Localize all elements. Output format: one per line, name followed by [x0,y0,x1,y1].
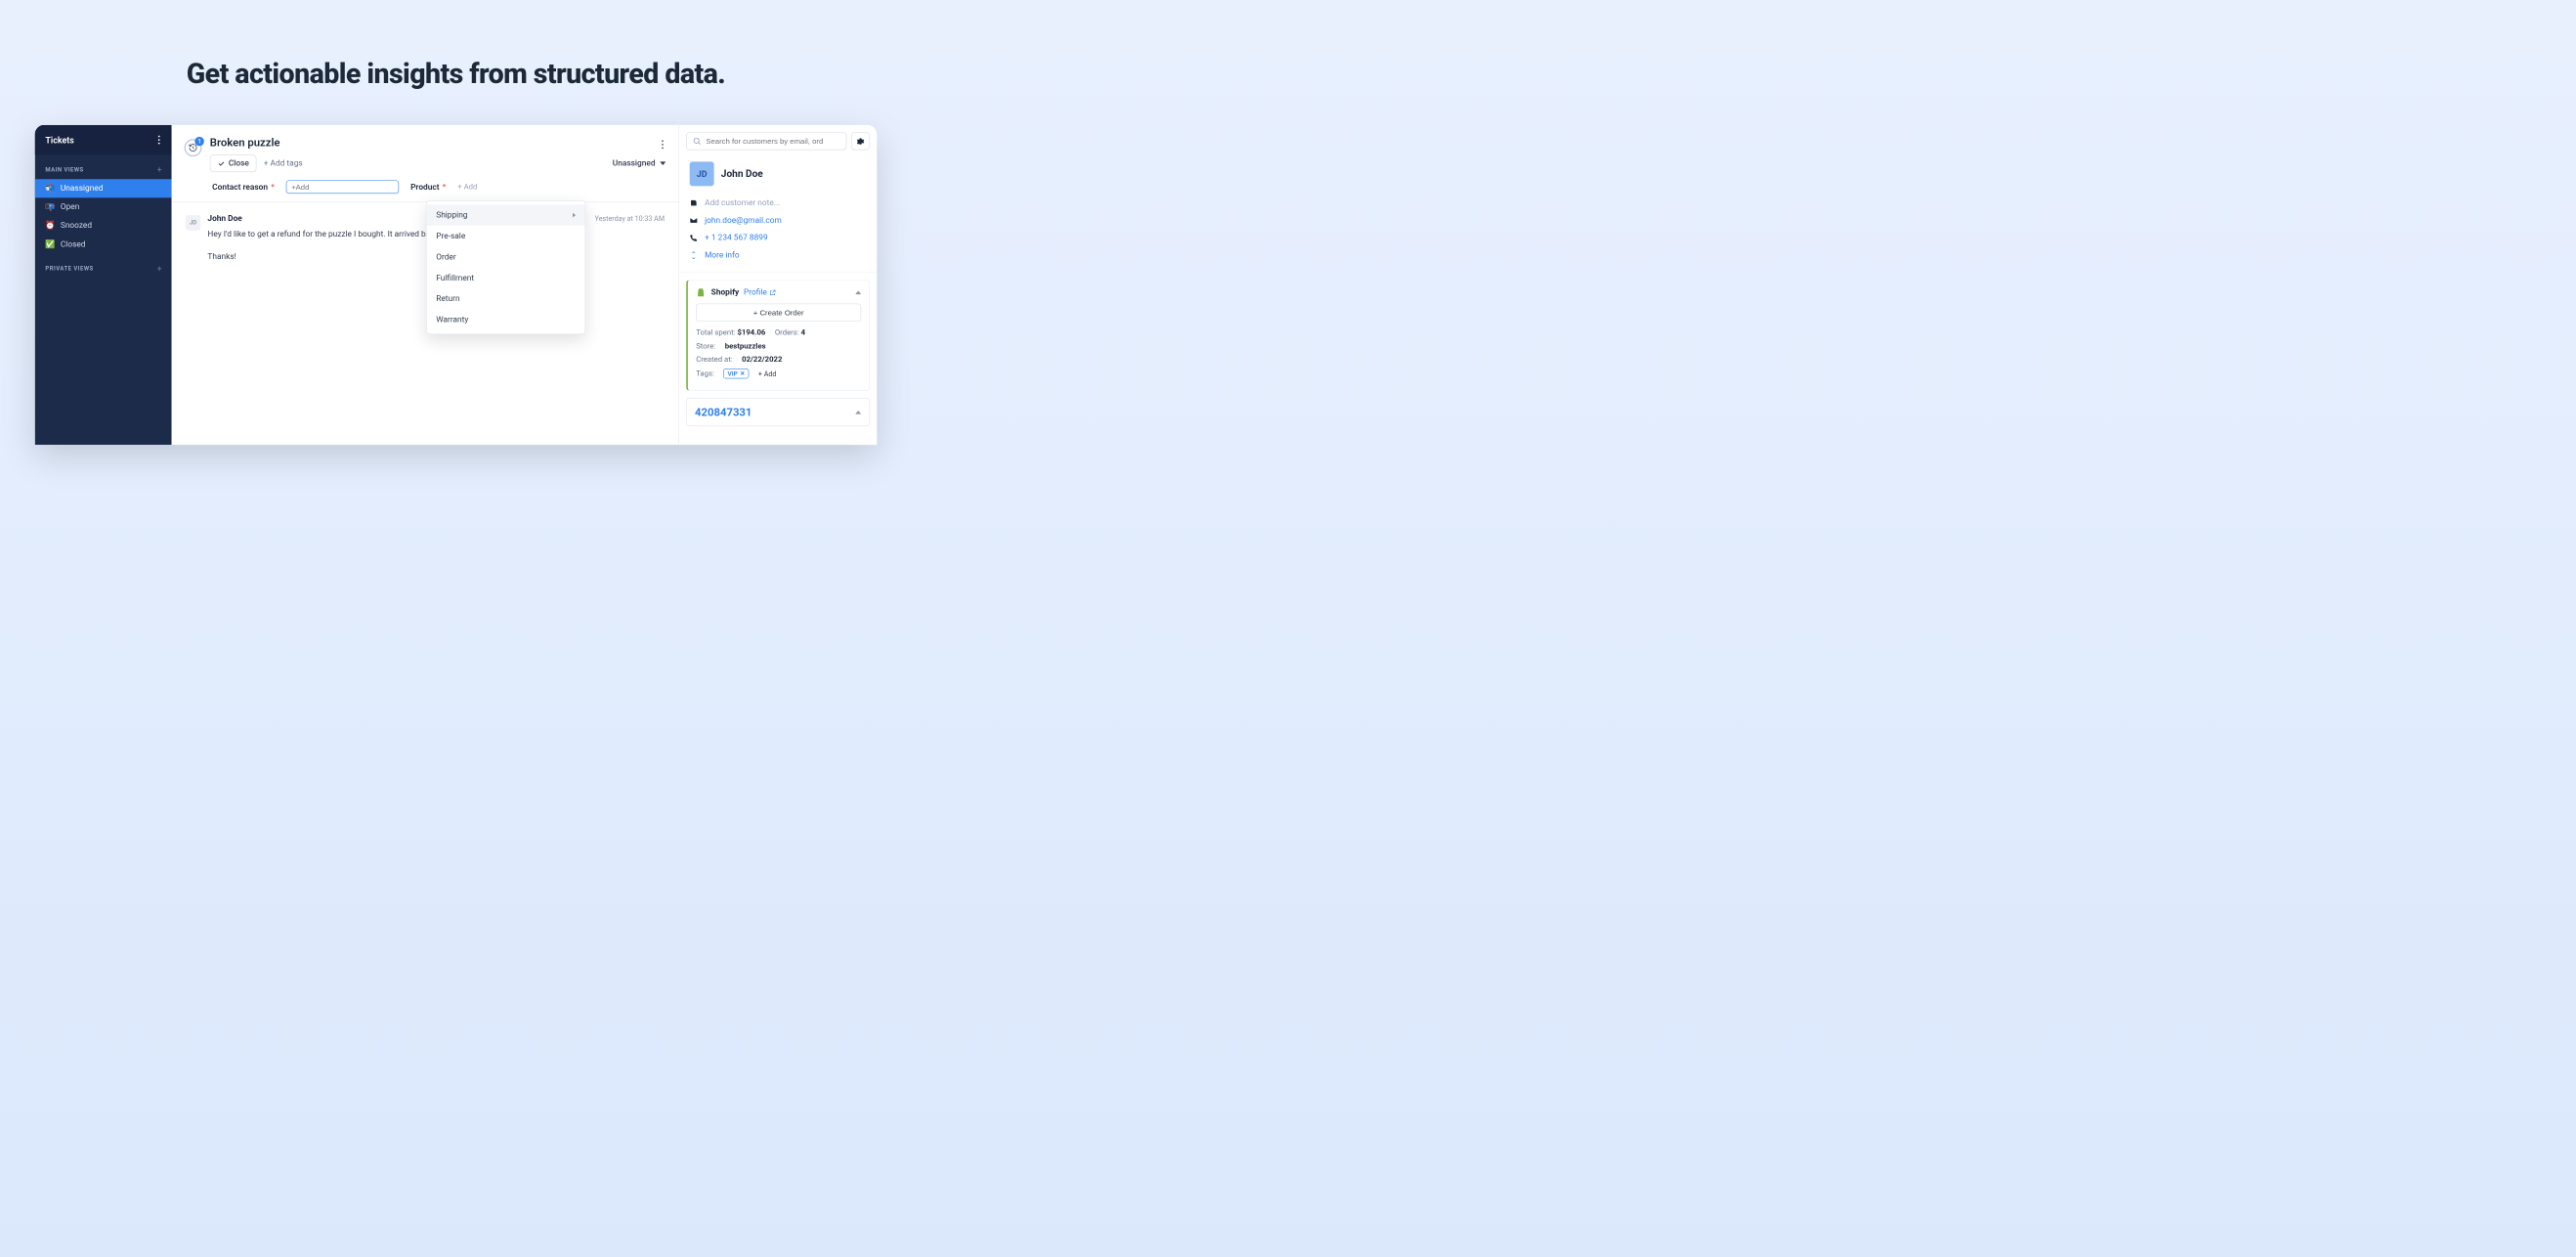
phone-icon [690,234,698,241]
customer-pane: JD John Doe Add customer note... john.do… [679,125,877,445]
history-icon[interactable]: 1 [185,139,202,156]
ticket-menu-icon[interactable] [660,138,666,152]
hero-headline: Get actionable insights from structured … [0,0,912,124]
sidebar-item-label: Closed [61,239,86,249]
inbox-icon: 📬 [45,184,55,194]
check-icon: ✅ [45,239,55,249]
created-date: 02/22/2022 [742,356,782,365]
orders-count: 4 [801,328,805,337]
chevron-down-icon [660,161,665,165]
sidebar-item-label: Open [61,202,79,212]
sidebar-item-closed[interactable]: ✅ Closed [35,235,172,253]
mailbox-icon: 📭 [45,202,55,212]
sidebar-item-label: Snoozed [61,221,92,231]
sidebar-item-label: Unassigned [61,184,104,194]
add-private-view-button[interactable]: + [157,264,162,274]
create-order-button[interactable]: + Create Order [696,304,861,322]
sidebar-menu-icon[interactable] [155,133,162,147]
collapse-icon[interactable] [855,411,861,414]
message-row: JD John Doe Yesterday at 10:33 AM Hey I'… [186,214,665,264]
dropdown-item-shipping[interactable]: Shipping [427,204,585,225]
shopify-title: Shopify [711,288,740,298]
search-field[interactable] [706,137,839,146]
sidebar-item-open[interactable]: 📭 Open [35,197,172,216]
store-name: bestpuzzles [725,342,766,351]
customer-name: John Doe [721,168,763,180]
sidebar: Tickets MAIN VIEWS + 📬 Unassigned 📭 Open… [35,125,172,445]
dropdown-item-return[interactable]: Return [427,288,585,309]
contact-reason-input[interactable] [286,180,399,194]
customer-note-button[interactable]: Add customer note... [690,195,867,212]
history-count-badge: 1 [194,137,204,147]
private-views-label: PRIVATE VIEWS [45,266,93,273]
more-info-button[interactable]: More info [690,246,867,264]
sidebar-title: Tickets [45,135,73,146]
add-tag-button[interactable]: + Add [758,369,777,377]
sidebar-item-unassigned[interactable]: 📬 Unassigned [35,179,172,197]
shopify-card: Shopify Profile + Create Order Total spe… [686,280,870,391]
add-tags-button[interactable]: + Add tags [264,158,303,168]
dropdown-item-order[interactable]: Order [427,246,585,267]
email-icon [690,216,698,224]
customer-email[interactable]: john.doe@gmail.com [705,216,782,226]
contact-reason-label: Contact reason [212,183,268,193]
assignee-dropdown[interactable]: Unassigned [613,158,666,168]
product-label: Product [410,183,439,193]
dropdown-item-fulfillment[interactable]: Fulfillment [427,268,585,288]
order-card: 420847331 [686,398,870,426]
ticket-title: Broken puzzle [210,136,665,150]
settings-button[interactable] [851,132,870,150]
customer-phone[interactable]: + 1 234 567 8899 [705,234,767,243]
app-window: Tickets MAIN VIEWS + 📬 Unassigned 📭 Open… [35,125,878,445]
close-button[interactable]: Close [210,154,257,172]
chevron-right-icon [573,213,576,218]
customer-search-input[interactable] [686,132,846,150]
expand-icon [690,251,698,259]
message-timestamp: Yesterday at 10:33 AM [595,215,665,223]
contact-reason-dropdown: Shipping Pre-sale Order Fulfillment Retu… [426,200,585,334]
add-main-view-button[interactable]: + [157,165,162,175]
ticket-pane: 1 Broken puzzle Close + Add tags [172,125,679,445]
sidebar-item-snoozed[interactable]: ⏰ Snoozed [35,216,172,235]
main-views-label: MAIN VIEWS [45,166,83,173]
remove-tag-icon[interactable]: ✕ [740,370,745,377]
shopify-icon [696,287,707,298]
collapse-icon[interactable] [855,291,861,295]
product-add-button[interactable]: + Add [457,183,477,192]
clock-icon: ⏰ [45,221,55,231]
dropdown-item-presale[interactable]: Pre-sale [427,226,585,246]
message-author: John Doe [207,214,241,224]
tag-vip: VIP ✕ [723,368,749,378]
external-link-icon [769,289,776,296]
total-spent-value: $194.06 [737,328,765,337]
shopify-profile-link[interactable]: Profile [744,288,776,298]
dropdown-item-warranty[interactable]: Warranty [427,310,585,330]
avatar: JD [186,215,200,230]
customer-avatar: JD [690,161,714,186]
order-number-link[interactable]: 420847331 [695,406,751,419]
